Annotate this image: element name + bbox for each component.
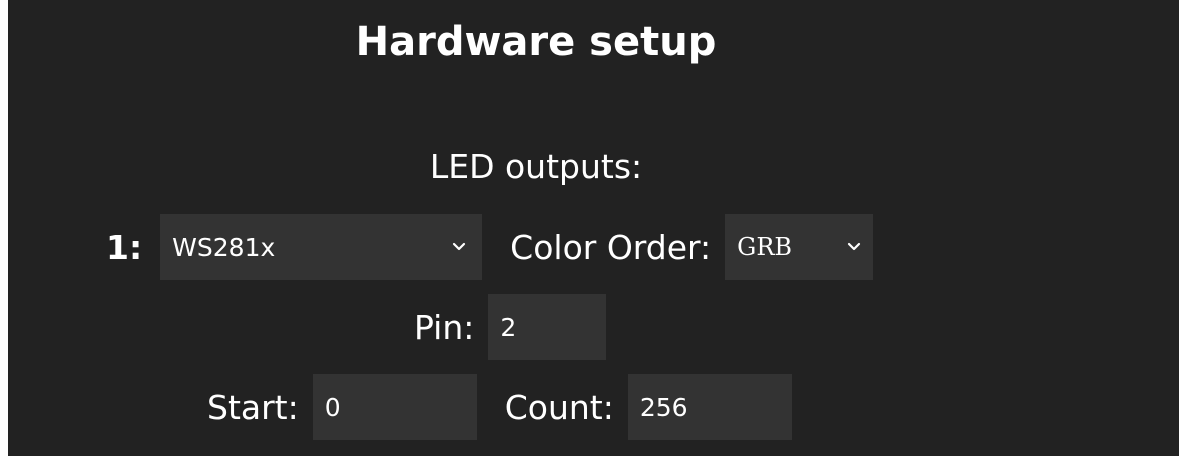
led-type-select[interactable]: WS281x (160, 214, 483, 280)
count-input[interactable]: 256 (627, 374, 792, 440)
page-title: Hardware setup (355, 19, 717, 65)
pin-input[interactable]: 2 (488, 294, 607, 360)
color-order-label: Color Order: (510, 227, 712, 267)
led-output-row-1: 1: WS281x Color Order: GRB (106, 214, 874, 280)
count-value: 256 (639, 392, 688, 422)
start-value: 0 (324, 392, 341, 422)
start-count-row: Start: 0 Count: 256 (207, 374, 792, 440)
output-index-label: 1: (106, 227, 143, 267)
led-type-value: WS281x (172, 232, 276, 262)
start-input[interactable]: 0 (312, 374, 477, 440)
chevron-down-icon (453, 242, 466, 251)
hardware-setup-panel: Hardware setup LED outputs: 1: WS281x Co… (8, 0, 1179, 456)
pin-row: Pin: 2 (414, 294, 607, 360)
chevron-down-icon (848, 242, 861, 251)
pin-value: 2 (500, 312, 517, 342)
led-outputs-heading: LED outputs: (429, 147, 643, 186)
pin-label: Pin: (414, 307, 475, 347)
color-order-select[interactable]: GRB (725, 214, 874, 280)
start-label: Start: (207, 387, 299, 427)
color-order-value: GRB (737, 233, 793, 261)
count-label: Count: (504, 387, 614, 427)
